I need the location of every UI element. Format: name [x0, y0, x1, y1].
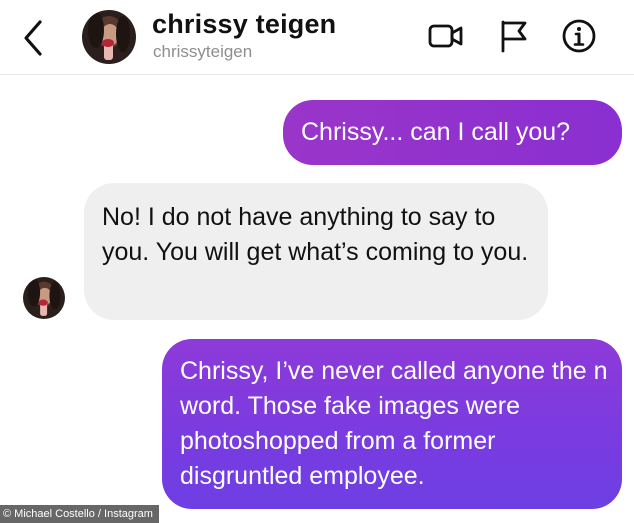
report-button[interactable] [494, 16, 534, 56]
info-button[interactable] [559, 16, 599, 56]
info-icon [562, 19, 596, 53]
profile-avatar[interactable] [82, 10, 136, 64]
video-call-button[interactable] [426, 16, 466, 56]
username-handle: chrissyteigen [153, 42, 253, 61]
video-camera-icon [428, 24, 463, 48]
sent-message[interactable]: Chrissy, I’ve never called anyone the n … [162, 339, 622, 509]
photo-credit: © Michael Costello / Instagram [0, 505, 159, 523]
sender-avatar [23, 277, 65, 319]
received-message[interactable]: No! I do not have anything to say to you… [84, 183, 548, 320]
back-button[interactable] [18, 18, 48, 58]
flag-icon [501, 20, 527, 53]
direct-message-screen: chrissy teigen chrissyteigen Chrissy... … [0, 0, 634, 523]
conversation-header: chrissy teigen chrissyteigen [0, 0, 634, 75]
display-name[interactable]: chrissy teigen [152, 9, 336, 40]
chevron-left-icon [24, 20, 42, 56]
sent-message[interactable]: Chrissy... can I call you? [283, 100, 622, 165]
